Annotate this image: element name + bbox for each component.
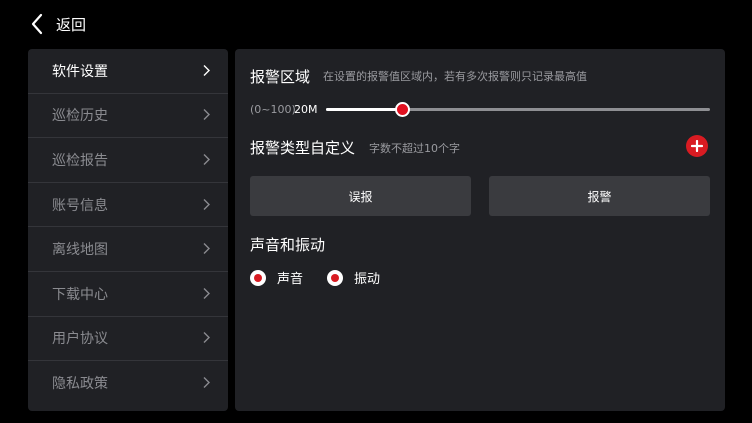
sidebar-item-label: 下载中心 [52, 286, 108, 303]
sidebar-item-user-agreement[interactable]: 用户协议 [28, 317, 228, 362]
chevron-right-icon [202, 329, 210, 348]
sound-option-label: 声音 [277, 272, 304, 287]
chevron-left-icon [30, 13, 44, 35]
sidebar-item-label: 离线地图 [52, 242, 108, 259]
sidebar-item-label: 巡检报告 [52, 152, 108, 169]
chevron-right-icon [202, 374, 210, 393]
sidebar-item-privacy-policy[interactable]: 隐私政策 [28, 361, 228, 406]
radio-selected-icon[interactable] [250, 269, 266, 286]
back-button[interactable]: 返回 [30, 10, 86, 38]
radio-selected-icon[interactable] [327, 269, 343, 286]
sidebar-item-account-info[interactable]: 账号信息 [28, 183, 228, 228]
alarm-range-slider[interactable] [326, 102, 710, 117]
sidebar-item-offline-map[interactable]: 离线地图 [28, 227, 228, 272]
sidebar-item-label: 账号信息 [52, 197, 108, 214]
chevron-right-icon [202, 106, 210, 125]
alarm-area-title: 报警区域 [250, 68, 311, 86]
vibration-option[interactable]: 振动 [327, 268, 380, 287]
sidebar-item-inspection-report[interactable]: 巡检报告 [28, 138, 228, 183]
sidebar-item-label: 隐私政策 [52, 376, 108, 393]
slider-thumb[interactable] [395, 102, 411, 117]
vibration-option-label: 振动 [354, 272, 381, 287]
alarm-type-title: 报警类型自定义 [250, 139, 356, 157]
range-value: 20M [294, 103, 318, 116]
top-bar: 返回 [0, 0, 752, 46]
chevron-right-icon [202, 150, 210, 169]
back-label: 返回 [56, 15, 87, 34]
slider-fill [326, 108, 403, 111]
chevron-right-icon [202, 240, 210, 259]
alarm-type-hint: 字数不超过10个字 [369, 142, 460, 155]
sound-option[interactable]: 声音 [250, 268, 303, 287]
sidebar-item-software-settings[interactable]: 软件设置 [28, 49, 228, 94]
chevron-right-icon [202, 284, 210, 303]
plus-icon [690, 137, 704, 156]
false-alarm-button[interactable]: 误报 [250, 176, 471, 216]
sound-vibration-title: 声音和振动 [250, 236, 326, 254]
sidebar-item-download-center[interactable]: 下载中心 [28, 272, 228, 317]
alarm-area-hint: 在设置的报警值区域内，若有多次报警则只记录最高值 [323, 70, 587, 83]
alarm-button[interactable]: 报警 [489, 176, 710, 216]
chevron-right-icon [202, 195, 210, 214]
sidebar-item-inspection-history[interactable]: 巡检历史 [28, 94, 228, 139]
sidebar-item-label: 用户协议 [52, 331, 108, 348]
chevron-right-icon [202, 61, 210, 80]
settings-panel: 报警区域 在设置的报警值区域内，若有多次报警则只记录最高值 (0~100) 20… [235, 49, 725, 411]
sidebar-item-label: 软件设置 [52, 63, 108, 80]
sidebar: 软件设置 巡检历史 巡检报告 账号信息 离线地图 下载中心 用户协议 隐私政策 [28, 49, 228, 411]
sidebar-item-label: 巡检历史 [52, 108, 108, 125]
range-label: (0~100) [250, 103, 296, 116]
add-alarm-type-button[interactable] [686, 135, 708, 157]
